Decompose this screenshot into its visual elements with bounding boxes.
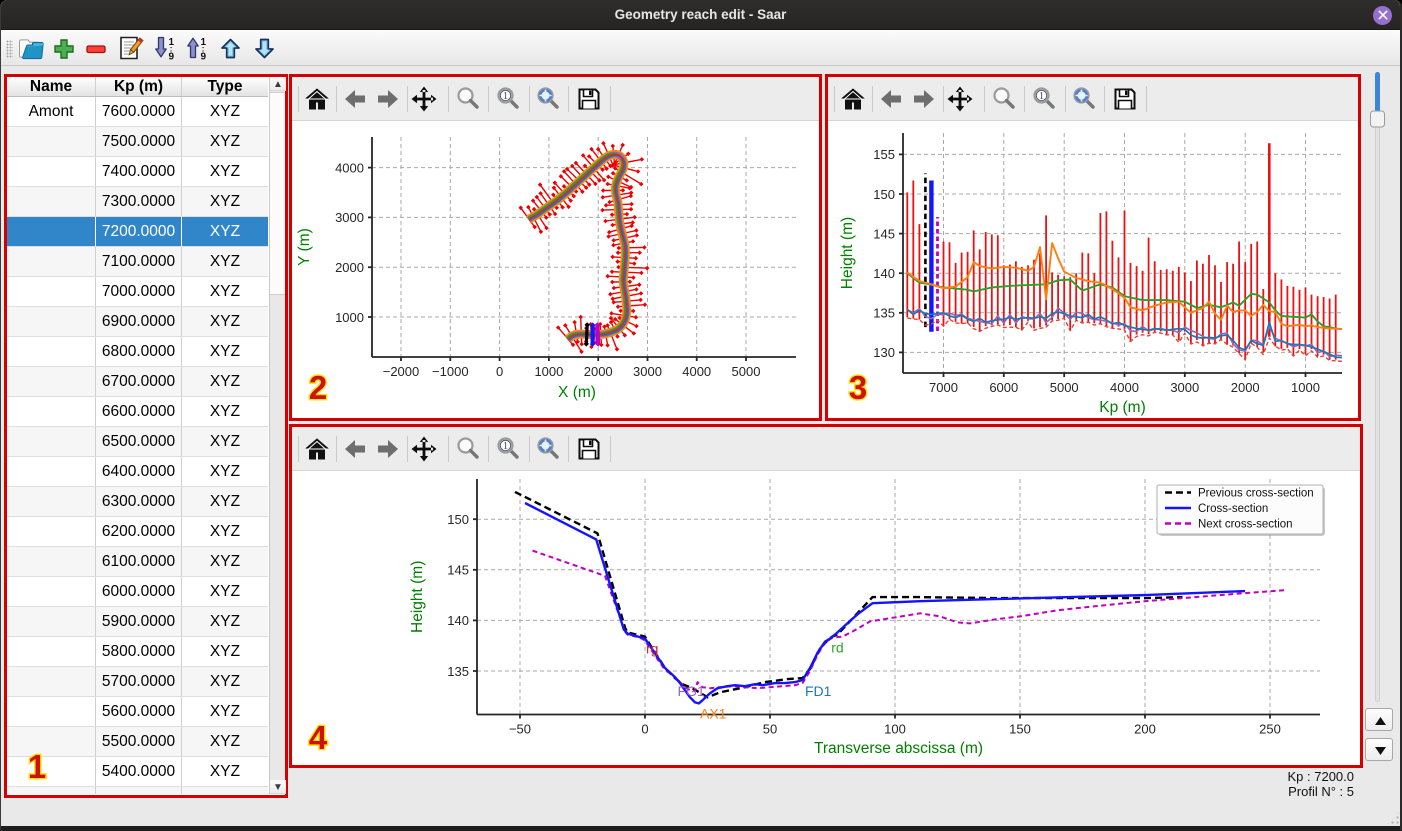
svg-text:100: 100 xyxy=(884,722,906,737)
svg-text:4000: 4000 xyxy=(335,160,364,175)
svg-text:Y (m): Y (m) xyxy=(296,228,313,266)
svg-text:150: 150 xyxy=(447,512,469,527)
svg-text:135: 135 xyxy=(873,306,895,321)
svg-text:250: 250 xyxy=(1259,722,1281,737)
svg-text:2000: 2000 xyxy=(335,260,364,275)
svg-text:4000: 4000 xyxy=(682,364,711,379)
svg-text:rg: rg xyxy=(646,641,658,657)
svg-text:Height (m): Height (m) xyxy=(409,561,426,633)
svg-text:3000: 3000 xyxy=(633,364,662,379)
svg-text:FG1: FG1 xyxy=(678,683,705,699)
svg-text:2: 2 xyxy=(309,369,327,406)
svg-text:4000: 4000 xyxy=(1110,380,1139,395)
svg-text:7000: 7000 xyxy=(929,380,958,395)
svg-text:150: 150 xyxy=(1009,722,1031,737)
svg-text:145: 145 xyxy=(873,226,895,241)
svg-text:5000: 5000 xyxy=(1050,380,1079,395)
svg-text:200: 200 xyxy=(1134,722,1156,737)
svg-text:Cross-section: Cross-section xyxy=(1198,503,1268,515)
svg-text:FD1: FD1 xyxy=(805,683,832,699)
svg-text:5000: 5000 xyxy=(732,364,761,379)
svg-text:Next cross-section: Next cross-section xyxy=(1198,519,1293,531)
svg-text:0: 0 xyxy=(641,722,648,737)
svg-text:140: 140 xyxy=(447,613,469,628)
svg-text:50: 50 xyxy=(763,722,777,737)
svg-text:0: 0 xyxy=(496,364,503,379)
svg-text:Kp (m): Kp (m) xyxy=(1099,399,1146,416)
svg-text:2000: 2000 xyxy=(584,364,613,379)
svg-text:AX1: AX1 xyxy=(700,705,727,721)
svg-text:140: 140 xyxy=(873,266,895,281)
svg-text:−50: −50 xyxy=(509,722,531,737)
svg-text:3000: 3000 xyxy=(1170,380,1199,395)
svg-text:X (m): X (m) xyxy=(558,384,596,401)
svg-text:4: 4 xyxy=(309,719,328,756)
svg-text:Previous cross-section: Previous cross-section xyxy=(1198,488,1314,500)
svg-text:135: 135 xyxy=(447,664,469,679)
svg-text:6000: 6000 xyxy=(989,380,1018,395)
svg-text:2000: 2000 xyxy=(1231,380,1260,395)
svg-text:130: 130 xyxy=(873,345,895,360)
svg-text:Transverse abscissa (m): Transverse abscissa (m) xyxy=(814,740,983,757)
svg-text:1000: 1000 xyxy=(534,364,563,379)
svg-text:−1000: −1000 xyxy=(432,364,469,379)
svg-text:1000: 1000 xyxy=(1291,380,1320,395)
svg-text:1: 1 xyxy=(28,748,46,785)
svg-text:150: 150 xyxy=(873,187,895,202)
svg-text:rd: rd xyxy=(831,640,843,656)
svg-text:3: 3 xyxy=(849,369,867,406)
svg-text:1000: 1000 xyxy=(335,310,364,325)
svg-text:145: 145 xyxy=(447,563,469,578)
svg-text:Height (m): Height (m) xyxy=(839,217,856,289)
svg-text:−2000: −2000 xyxy=(383,364,420,379)
svg-text:155: 155 xyxy=(873,147,895,162)
svg-text:3000: 3000 xyxy=(335,210,364,225)
